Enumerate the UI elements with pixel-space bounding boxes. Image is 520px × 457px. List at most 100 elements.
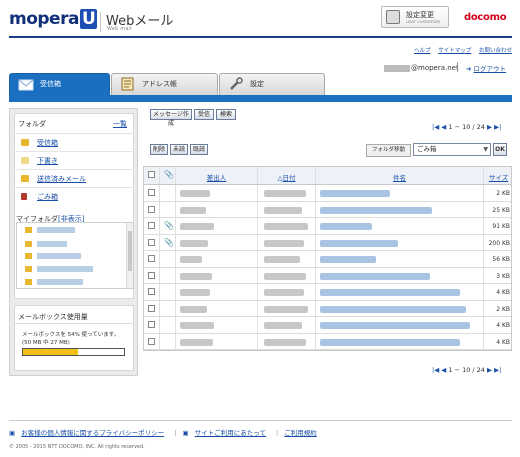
last-page-icon[interactable]: ▶|: [494, 366, 501, 374]
row-checkbox[interactable]: [148, 271, 155, 279]
logout-link[interactable]: ➜ ログアウト: [466, 63, 506, 73]
row-from-cell[interactable]: [176, 251, 258, 267]
my-folder-tree[interactable]: [16, 222, 134, 289]
mopera-logo[interactable]: mopera U: [9, 9, 98, 29]
masked-sender: [180, 338, 213, 346]
footer-link-site-usage[interactable]: ▣ サイトご利用にあたって: [182, 429, 269, 437]
table-row[interactable]: 4 KB: [144, 284, 511, 301]
chevron-down-icon: ▼: [483, 146, 488, 153]
prev-page-icon[interactable]: ◀: [441, 123, 446, 131]
row-checkbox[interactable]: [148, 288, 155, 295]
next-page-icon[interactable]: ▶: [487, 123, 492, 131]
row-subject-cell[interactable]: [316, 300, 484, 316]
row-subject-cell[interactable]: [316, 185, 484, 201]
table-row[interactable]: 25 KB: [144, 201, 511, 218]
folder-list-link[interactable]: 一覧: [113, 119, 127, 129]
my-folder-item[interactable]: [25, 279, 91, 285]
row-subject-cell[interactable]: [316, 234, 484, 250]
tab-address-book[interactable]: アドレス帳: [111, 73, 218, 95]
table-row[interactable]: 2 KB: [144, 300, 511, 317]
row-checkbox[interactable]: [148, 255, 155, 262]
row-subject-cell[interactable]: [316, 251, 484, 267]
table-row[interactable]: 56 KB: [144, 251, 511, 268]
folder-drafts[interactable]: 下書き: [14, 151, 134, 168]
logout-label: ログアウト: [473, 65, 507, 73]
folder-heading: フォルダ: [18, 120, 46, 128]
row-subject-cell[interactable]: [316, 317, 484, 333]
row-from-cell[interactable]: [176, 284, 258, 300]
row-from-cell[interactable]: [176, 234, 258, 250]
receive-button[interactable]: 受信: [194, 109, 214, 120]
table-row[interactable]: 3 KB: [144, 267, 511, 284]
row-checkbox[interactable]: [148, 337, 155, 345]
select-all-checkbox[interactable]: [148, 171, 155, 178]
scroll-thumb[interactable]: [128, 231, 132, 271]
table-row[interactable]: 2 KB: [144, 185, 511, 202]
header-size[interactable]: サイズ: [484, 167, 513, 184]
my-folder-item[interactable]: [25, 253, 91, 259]
my-folder-item[interactable]: [25, 227, 91, 233]
row-checkbox[interactable]: [148, 321, 155, 328]
row-subject-cell[interactable]: [316, 267, 484, 283]
first-page-icon[interactable]: |◀: [432, 123, 439, 131]
row-date-cell: [258, 234, 316, 250]
row-checkbox[interactable]: [148, 189, 155, 196]
my-folder-item[interactable]: [25, 266, 93, 272]
pager-bottom: |◀ ◀ 1 − 10 / 24 ▶ ▶|: [432, 366, 501, 374]
row-subject-cell[interactable]: [316, 284, 484, 300]
footer-link-terms[interactable]: ご利用規約: [284, 429, 317, 437]
folder-move-select[interactable]: ごみ箱 ▼: [413, 143, 491, 156]
masked-sender: [180, 223, 214, 230]
settings-change-button[interactable]: 設定変更 user customize: [381, 6, 449, 28]
row-from-cell[interactable]: [176, 201, 258, 217]
footer-link-privacy[interactable]: ▣ お客様の個人情報に関するプライバシーポリシー: [9, 429, 168, 437]
next-page-icon[interactable]: ▶: [487, 366, 492, 374]
masked-folder-name: [37, 279, 83, 285]
row-subject-cell[interactable]: [316, 218, 484, 234]
sitemap-link[interactable]: サイトマップ: [438, 48, 471, 54]
header-subject[interactable]: 件名: [316, 167, 484, 184]
folder-move-ok-button[interactable]: OK: [493, 143, 507, 156]
row-from-cell[interactable]: [176, 218, 258, 234]
my-folder-item[interactable]: [25, 241, 91, 247]
row-checkbox-cell: [144, 218, 160, 234]
row-subject-cell[interactable]: [316, 201, 484, 217]
header-date[interactable]: △日付: [258, 167, 316, 184]
logo-divider: [100, 12, 101, 32]
row-from-cell[interactable]: [176, 317, 258, 333]
tab-inbox[interactable]: 受信箱: [9, 73, 110, 95]
folder-sent[interactable]: 送信済みメール: [14, 169, 134, 186]
table-row[interactable]: 4 KB: [144, 317, 511, 334]
mark-read-button[interactable]: 既読: [190, 144, 208, 155]
prev-page-icon[interactable]: ◀: [441, 366, 446, 374]
user-divider: [457, 62, 458, 72]
row-from-cell[interactable]: [176, 185, 258, 201]
table-row[interactable]: 📎 91 KB: [144, 218, 511, 235]
row-checkbox[interactable]: [148, 304, 155, 312]
first-page-icon[interactable]: |◀: [432, 366, 439, 374]
row-date-cell: [258, 284, 316, 300]
contact-link[interactable]: お問い合わせ: [479, 48, 512, 54]
mark-unread-button[interactable]: 未読: [170, 144, 188, 155]
compose-button[interactable]: メッセージ作成: [150, 109, 192, 127]
table-row[interactable]: 4 KB: [144, 333, 511, 350]
last-page-icon[interactable]: ▶|: [494, 123, 501, 131]
folder-trash[interactable]: ごみ箱: [14, 187, 134, 204]
row-checkbox[interactable]: [148, 222, 155, 229]
search-button[interactable]: 検索: [216, 109, 236, 120]
row-from-cell[interactable]: [176, 300, 258, 316]
row-checkbox[interactable]: [148, 205, 155, 213]
my-folder-scrollbar[interactable]: [126, 223, 133, 288]
help-link[interactable]: ヘルプ: [414, 48, 431, 54]
row-checkbox[interactable]: [148, 238, 155, 246]
folder-inbox[interactable]: 受信箱: [14, 133, 134, 150]
masked-date: [264, 322, 302, 329]
row-from-cell[interactable]: [176, 333, 258, 349]
inbox-icon: [18, 79, 34, 91]
table-row[interactable]: 📎 200 KB: [144, 234, 511, 251]
row-subject-cell[interactable]: [316, 333, 484, 349]
row-from-cell[interactable]: [176, 267, 258, 283]
tab-settings[interactable]: 設定: [219, 73, 325, 95]
header-from[interactable]: 差出人: [176, 167, 258, 184]
delete-button[interactable]: 削除: [150, 144, 168, 155]
